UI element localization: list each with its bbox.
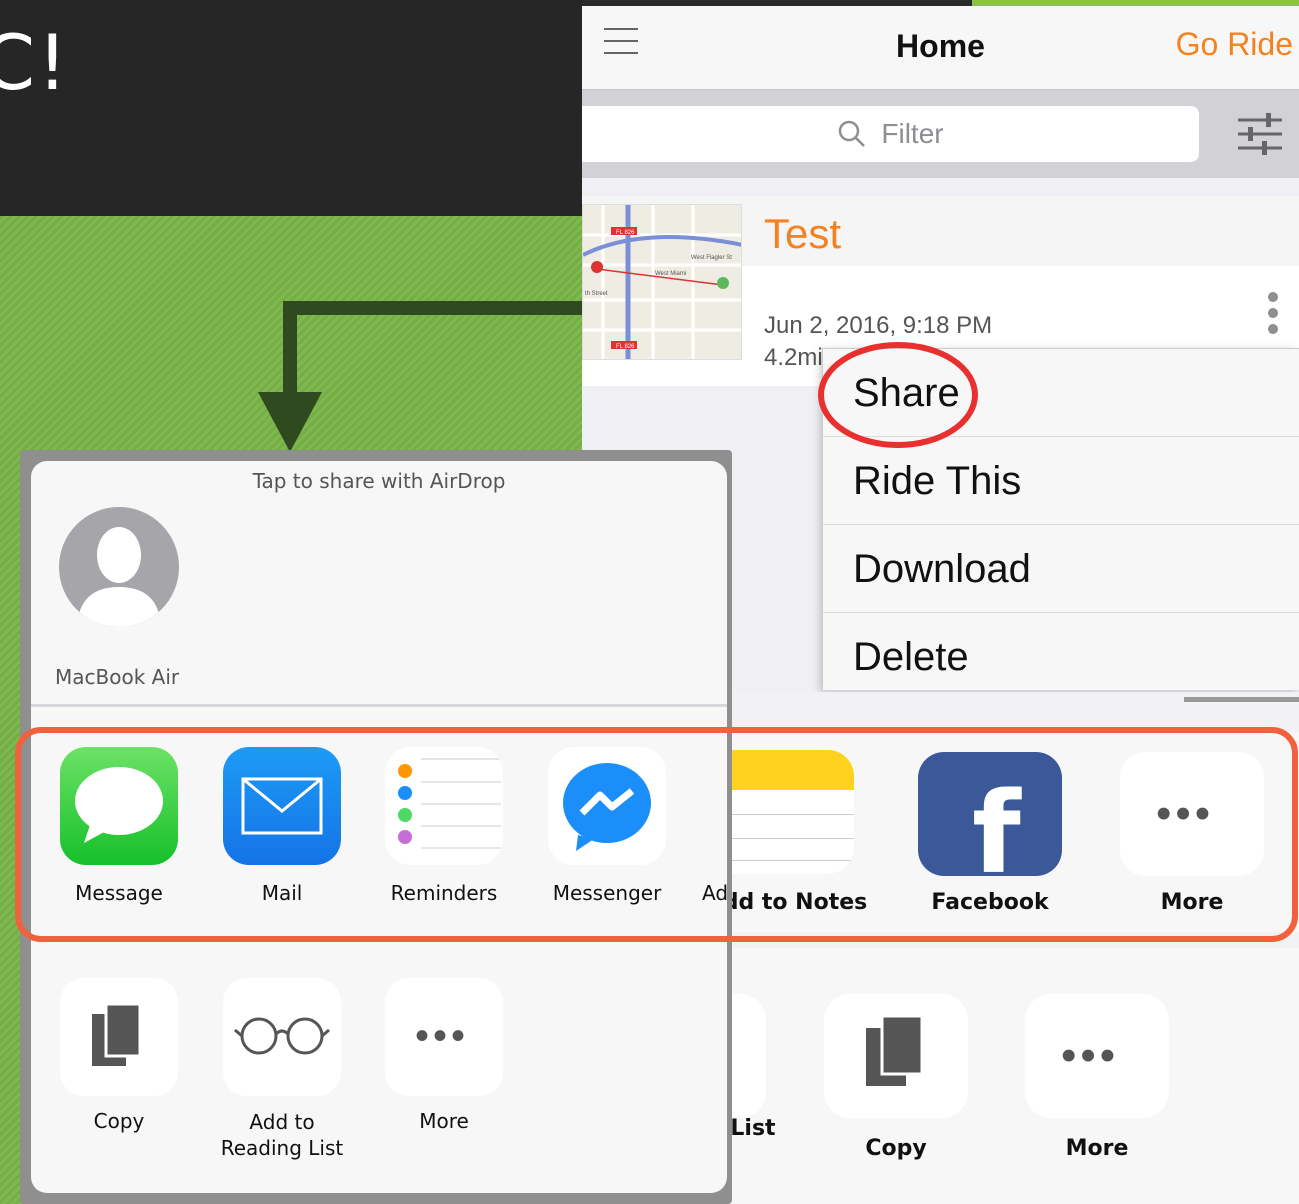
map-label: FL 826 [616,344,635,350]
action-label-copy: Copy [93,1109,145,1133]
nav-bar: Home Go Ride [582,6,1299,90]
action-label-reading-list: List [726,1116,776,1141]
copy-icon[interactable] [824,994,968,1118]
apps-highlight-box [15,727,1298,942]
action-label-copy: Copy [865,1136,927,1161]
filter-bar: Filter [582,90,1299,178]
scroll-indicator [1184,697,1299,702]
share-highlight-circle [818,342,978,448]
sliders-icon[interactable] [1236,110,1284,158]
map-label: West Miami [655,271,686,277]
more-icon[interactable]: ••• [385,978,503,1096]
map-label: FL 826 [616,230,635,236]
airdrop-title: Tap to share with AirDrop [252,469,506,493]
map-label: West Flagler St [691,255,732,261]
menu-item-delete[interactable]: Delete [823,613,1299,701]
kebab-icon[interactable] [1268,292,1280,336]
action-label-reading-list: Add to Reading List [220,1110,344,1160]
copy-icon[interactable] [60,978,178,1096]
filter-placeholder: Filter [881,118,944,149]
airdrop-device-name: MacBook Air [55,665,180,689]
ride-map-thumbnail[interactable]: FL 826 West Flagler St West Miami th Str… [582,204,742,360]
more-icon[interactable]: ••• [1025,994,1169,1118]
share-actions-row: ) List Copy ••• More [700,948,1299,1204]
filter-input[interactable]: Filter [582,106,1199,162]
action-label-more: More [419,1109,469,1133]
menu-item-download[interactable]: Download [823,525,1299,613]
ride-distance: 4.2mi [764,344,823,371]
search-icon [839,120,866,147]
divider [31,704,727,707]
map-label: th Street [585,291,608,297]
ride-date: Jun 2, 2016, 9:18 PM [764,312,993,339]
ride-title: Test [764,210,842,257]
glasses-icon[interactable] [223,978,341,1096]
menu-item-ride-this[interactable]: Ride This [823,437,1299,525]
go-ride-button[interactable]: Go Ride [1176,26,1293,63]
action-label-more: More [1065,1136,1129,1161]
slide-title: C! [0,18,70,107]
connector-arrow [258,301,582,452]
slide-title-block [0,0,582,216]
avatar[interactable] [59,507,179,627]
